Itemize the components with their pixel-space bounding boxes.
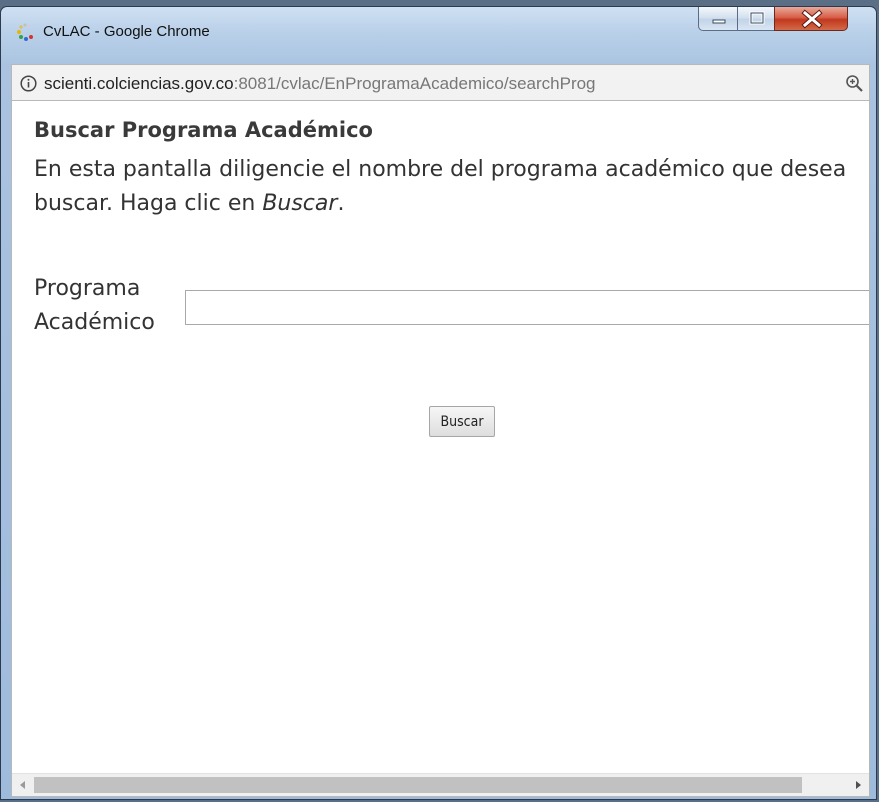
url-path: :8081/cvlac/EnProgramaAcademico/searchPr… <box>233 74 596 93</box>
page-heading: Buscar Programa Académico <box>34 118 373 142</box>
instruction-suffix: . <box>337 191 345 216</box>
scrollbar-thumb[interactable] <box>34 777 802 793</box>
instruction-emphasis: Buscar <box>262 191 338 216</box>
program-name-input[interactable] <box>185 290 869 325</box>
address-bar[interactable]: scienti.colciencias.gov.co:8081/cvlac/En… <box>11 64 870 100</box>
title-bar[interactable]: CvLAC - Google Chrome <box>1 7 876 51</box>
minimize-icon <box>712 19 726 24</box>
info-icon[interactable] <box>20 75 37 92</box>
window-title: CvLAC - Google Chrome <box>43 23 210 40</box>
maximize-button[interactable] <box>737 7 775 31</box>
instruction-prefix: En esta pantalla diligencie el nombre de… <box>34 157 847 216</box>
chrome-loading-icon <box>17 23 33 41</box>
browser-window: CvLAC - Google Chrome scienti.colciencia <box>0 6 877 800</box>
close-button[interactable] <box>774 7 848 31</box>
close-icon <box>801 9 823 29</box>
maximize-icon <box>749 11 765 25</box>
page-viewport: Buscar Programa Académico En esta pantal… <box>11 100 870 797</box>
program-field-label-line2: Académico <box>34 310 155 335</box>
instruction-text: En esta pantalla diligencie el nombre de… <box>34 153 869 221</box>
program-field-label: Programa Académico <box>34 272 184 340</box>
minimize-button[interactable] <box>698 7 738 31</box>
url-host: scienti.colciencias.gov.co <box>44 74 234 93</box>
page-content: Buscar Programa Académico En esta pantal… <box>12 101 869 774</box>
program-field-label-line1: Programa <box>34 276 141 301</box>
url-text[interactable]: scienti.colciencias.gov.co:8081/cvlac/En… <box>44 74 596 94</box>
zoom-icon[interactable] <box>845 74 864 93</box>
horizontal-scrollbar[interactable] <box>12 773 869 796</box>
search-button[interactable]: Buscar <box>429 406 495 437</box>
scroll-left-arrow-icon[interactable] <box>12 774 34 796</box>
scroll-right-arrow-icon[interactable] <box>847 774 869 796</box>
